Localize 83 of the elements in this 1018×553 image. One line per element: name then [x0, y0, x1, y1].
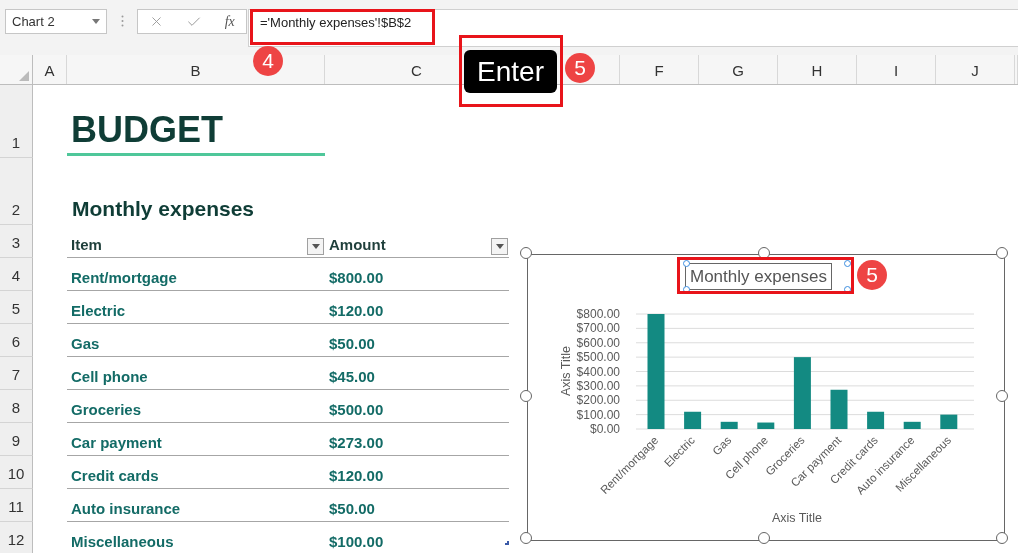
table-cell: $45.00: [329, 368, 375, 385]
bar: [903, 421, 921, 429]
axis-tick-label: $600.00: [576, 335, 620, 350]
column-header: Item: [71, 236, 102, 253]
bar: [867, 411, 885, 429]
axis-tick-label: $800.00: [576, 307, 620, 321]
axis-title: Axis Title: [772, 511, 822, 525]
row-heading[interactable]: 5: [0, 291, 33, 324]
column-heading[interactable]: B: [190, 62, 201, 79]
drag-handle-icon[interactable]: [120, 15, 124, 27]
sheet-title: BUDGET: [70, 112, 223, 148]
table-cell: Rent/mortgage: [71, 269, 177, 286]
axis-tick-label: $700.00: [576, 321, 620, 336]
chart[interactable]: [527, 254, 1005, 541]
bar: [684, 411, 702, 429]
table-cell: Gas: [71, 335, 100, 352]
table-cell: $50.00: [329, 335, 375, 352]
row-heading[interactable]: 11: [0, 489, 33, 522]
resize-handle-icon[interactable]: [505, 541, 509, 545]
selection-handle[interactable]: [683, 260, 690, 267]
resize-handle[interactable]: [996, 532, 1008, 544]
table-cell: $800.00: [329, 269, 384, 286]
selection-handle[interactable]: [683, 286, 690, 293]
row-heading[interactable]: 8: [0, 390, 33, 423]
table-cell: $500.00: [329, 401, 384, 418]
resize-handle[interactable]: [520, 532, 532, 544]
row-heading[interactable]: 6: [0, 324, 33, 357]
row-heading[interactable]: 7: [0, 357, 33, 390]
column-header: Amount: [329, 236, 386, 253]
axis-tick-label: $500.00: [576, 350, 620, 365]
bar: [830, 389, 848, 429]
formula-field[interactable]: ='Monthly expenses'!$B$2: [248, 9, 1018, 47]
row-heading[interactable]: 4: [0, 258, 33, 291]
row-heading[interactable]: 3: [0, 225, 33, 258]
axis-tick-label: $400.00: [576, 364, 620, 379]
caret-icon: [311, 244, 320, 249]
table-cell: Groceries: [71, 401, 142, 418]
resize-handle[interactable]: [520, 247, 532, 259]
table-cell: Credit cards: [71, 467, 159, 484]
category-label: Gas: [710, 433, 734, 458]
column-heading[interactable]: J: [971, 62, 979, 79]
bar: [720, 421, 738, 429]
bar: [793, 357, 811, 429]
column-heading[interactable]: I: [893, 62, 899, 79]
name-box[interactable]: Chart 2: [5, 9, 107, 34]
table-cell: $50.00: [329, 500, 375, 517]
filter-button[interactable]: [307, 238, 324, 255]
axis-tick-label: $100.00: [576, 407, 620, 422]
column-heading[interactable]: G: [732, 62, 744, 79]
column-heading[interactable]: H: [811, 62, 823, 79]
column-heading[interactable]: C: [411, 62, 422, 79]
bar: [757, 422, 775, 429]
axis-tick-label: $300.00: [576, 378, 620, 393]
table-cell: Car payment: [71, 434, 162, 451]
row-heading[interactable]: 12: [0, 522, 33, 553]
resize-handle[interactable]: [996, 247, 1008, 259]
chart-title[interactable]: Monthly expenses: [685, 263, 833, 290]
table-cell: Cell phone: [71, 368, 148, 385]
insert-function-button[interactable]: fx: [224, 13, 235, 30]
table-cell: $100.00: [329, 533, 384, 550]
axis-title: Axis Title: [559, 346, 573, 396]
table-cell: $120.00: [329, 467, 384, 484]
table-cell: Electric: [71, 302, 126, 319]
table-cell: $120.00: [329, 302, 384, 319]
column-heading[interactable]: F: [654, 62, 664, 79]
axis-tick-label: $0.00: [589, 422, 620, 436]
row-heading[interactable]: 2: [0, 158, 33, 225]
row-heading[interactable]: 9: [0, 423, 33, 456]
axis-tick-label: $200.00: [576, 393, 620, 408]
column-heading[interactable]: A: [44, 62, 55, 79]
caret-icon: [495, 244, 504, 249]
resize-handle[interactable]: [520, 389, 532, 402]
dropdown-icon: [92, 19, 100, 24]
selection-handle[interactable]: [844, 286, 851, 293]
section-heading: Monthly expenses: [71, 197, 255, 221]
key-label: Enter: [464, 50, 557, 93]
filter-button[interactable]: [491, 238, 508, 255]
row-heading[interactable]: 1: [0, 85, 33, 158]
selection-handle[interactable]: [844, 260, 851, 267]
table-cell: $273.00: [329, 434, 384, 451]
table-cell: Miscellaneous: [71, 533, 174, 550]
row-heading[interactable]: 10: [0, 456, 33, 489]
table-cell: Auto insurance: [71, 500, 181, 517]
